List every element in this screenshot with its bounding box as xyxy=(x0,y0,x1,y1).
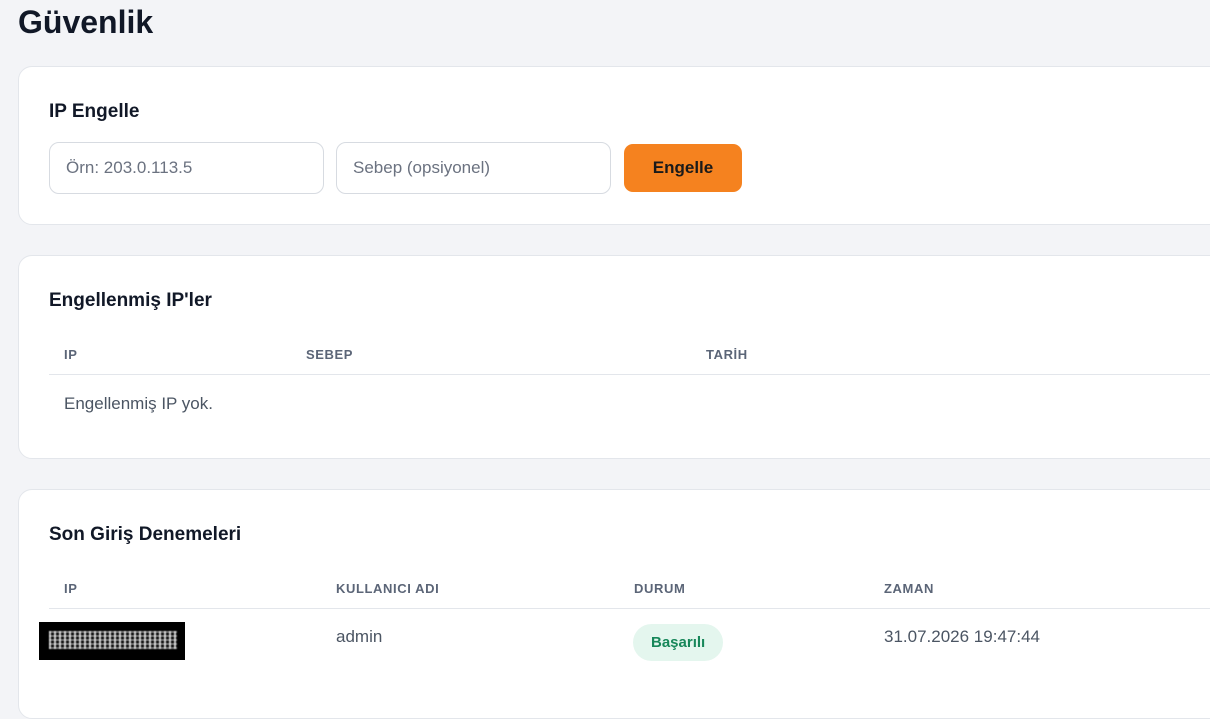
redacted-ip-address xyxy=(39,622,185,660)
table-header-divider xyxy=(49,608,1210,609)
column-header-ip: IP xyxy=(64,581,78,596)
column-header-reason: SEBEP xyxy=(306,347,354,362)
login-attempts-title: Son Giriş Denemeleri xyxy=(49,524,242,545)
time-cell: 31.07.2026 19:47:44 xyxy=(884,627,1040,646)
ip-address-input[interactable] xyxy=(49,142,324,194)
column-header-username: KULLANICI ADI xyxy=(336,581,440,596)
block-ip-card: IP Engelle Engelle xyxy=(18,66,1210,225)
status-badge: Başarılı xyxy=(633,624,724,661)
block-ip-title: IP Engelle xyxy=(49,101,140,122)
block-button[interactable]: Engelle xyxy=(624,144,742,192)
page-title: Güvenlik xyxy=(18,4,154,40)
empty-state-message: Engellenmiş IP yok. xyxy=(64,394,213,413)
table-header-divider xyxy=(49,374,1210,375)
username-cell: admin xyxy=(336,627,383,646)
column-header-status: DURUM xyxy=(634,581,686,596)
column-header-date: TARİH xyxy=(706,347,748,362)
column-header-ip: IP xyxy=(64,347,78,362)
blocked-ips-title: Engellenmiş IP'ler xyxy=(49,290,212,311)
blocked-ips-card: Engellenmiş IP'ler IP SEBEP TARİH Engell… xyxy=(18,255,1210,459)
column-header-time: ZAMAN xyxy=(884,581,934,596)
reason-input[interactable] xyxy=(336,142,611,194)
login-attempts-card: Son Giriş Denemeleri IP KULLANICI ADI DU… xyxy=(18,489,1210,719)
